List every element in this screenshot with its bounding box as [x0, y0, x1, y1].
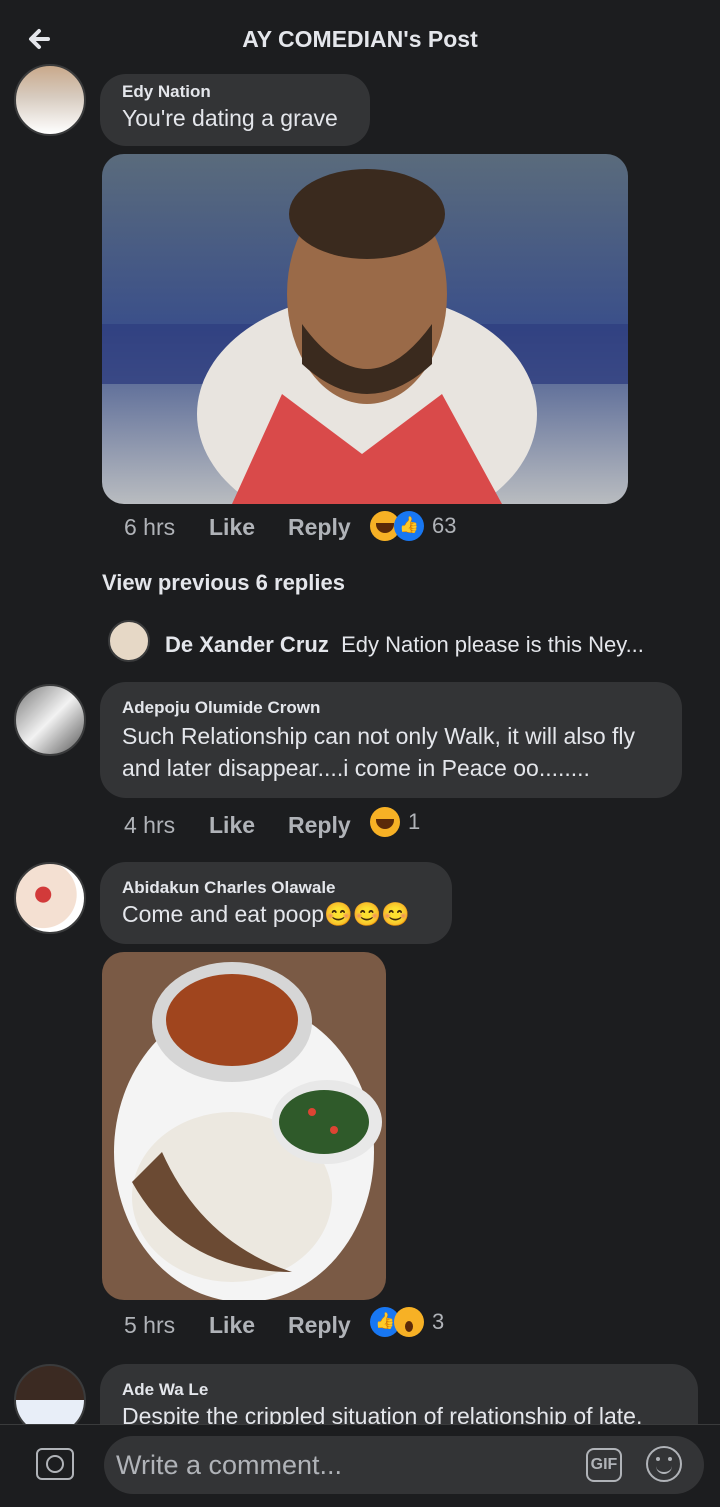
like-button[interactable]: Like: [209, 514, 255, 541]
comment-bubble: Edy Nation You're dating a grave: [100, 74, 370, 146]
comment-time: 5 hrs: [124, 1312, 176, 1338]
reply-text: Edy Nation please is this Ney...: [341, 632, 644, 657]
camera-icon[interactable]: [36, 1448, 74, 1480]
reply-button[interactable]: Reply: [288, 514, 351, 541]
comment-author[interactable]: Ade Wa Le: [122, 1380, 208, 1400]
comment-text: You're dating a grave: [122, 105, 338, 131]
wow-icon: [394, 1307, 424, 1337]
comment-bubble: Abidakun Charles Olawale Come and eat po…: [100, 862, 452, 944]
comment-author[interactable]: Adepoju Olumide Crown: [122, 698, 320, 718]
page-title: AY COMEDIAN's Post: [242, 26, 478, 52]
reply-author: De Xander Cruz: [165, 632, 329, 657]
avatar[interactable]: [108, 620, 150, 662]
comment-time: 4 hrs: [124, 812, 176, 838]
gif-icon[interactable]: GIF: [586, 1448, 622, 1482]
avatar[interactable]: [14, 64, 86, 136]
comment-bubble: Adepoju Olumide Crown Such Relationship …: [100, 682, 682, 798]
reaction-count: 1: [408, 809, 421, 834]
reply-button[interactable]: Reply: [288, 812, 351, 839]
emoji-icon[interactable]: [646, 1446, 682, 1482]
reaction-summary[interactable]: 👍 63: [370, 510, 456, 542]
like-button[interactable]: Like: [209, 812, 255, 839]
comment-author[interactable]: Abidakun Charles Olawale: [122, 878, 336, 898]
comment-time: 6 hrs: [124, 514, 176, 540]
avatar[interactable]: [14, 684, 86, 756]
view-previous-replies-link[interactable]: View previous 6 replies: [102, 570, 345, 596]
like-button[interactable]: Like: [209, 1312, 255, 1339]
comment-text: Come and eat poop😊😊😊: [122, 901, 410, 927]
comment-photo[interactable]: [102, 154, 628, 504]
comment-text-line-1: Such Relationship can not only Walk, it …: [122, 723, 636, 749]
reaction-summary[interactable]: 👍 3: [370, 1306, 444, 1338]
comment-photo[interactable]: [102, 952, 386, 1300]
reaction-count: 3: [432, 1309, 445, 1334]
comment-input-placeholder[interactable]: Write a comment...: [116, 1450, 342, 1481]
reaction-count: 63: [432, 513, 457, 538]
reply-preview[interactable]: De Xander Cruz Edy Nation please is this…: [165, 632, 644, 658]
like-icon: 👍: [394, 511, 424, 541]
avatar[interactable]: [14, 862, 86, 934]
haha-icon: [370, 807, 400, 837]
reply-button[interactable]: Reply: [288, 1312, 351, 1339]
reaction-summary[interactable]: 1: [370, 806, 420, 838]
comment-author[interactable]: Edy Nation: [122, 82, 211, 102]
comment-text-line-2: and later disappear....i come in Peace o…: [122, 755, 590, 781]
